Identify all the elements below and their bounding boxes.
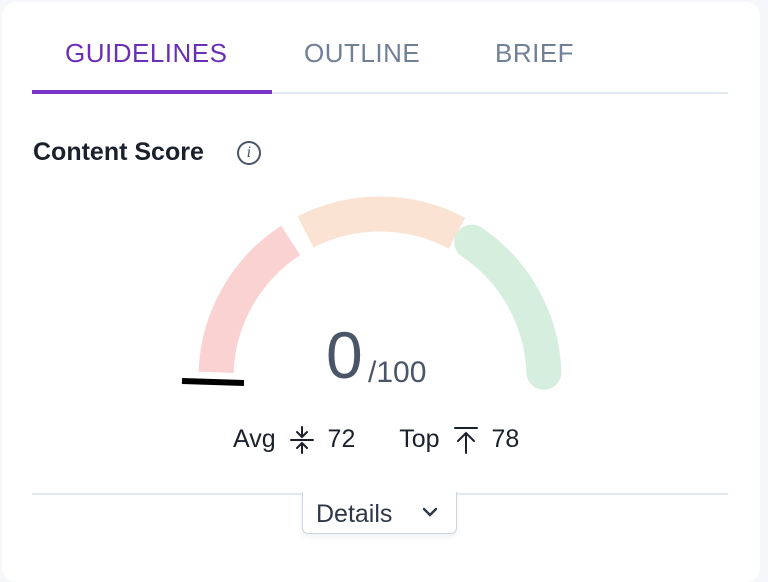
top-label: Top — [399, 425, 440, 453]
score-benchmarks: Avg 72 Top 78 — [233, 425, 519, 455]
avg-value: 72 — [327, 425, 356, 453]
details-button[interactable]: Details — [302, 492, 457, 534]
compress-arrows-icon — [289, 426, 314, 455]
chevron-down-icon — [422, 507, 438, 517]
gauge-segment-high — [454, 224, 562, 390]
score-max: /100 — [368, 356, 427, 389]
score-gauge — [181, 196, 562, 390]
gauge-segment-medium — [297, 196, 466, 249]
avg-label: Avg — [233, 425, 276, 453]
gauge-segment-low — [198, 225, 301, 374]
gauge-needle — [181, 378, 245, 386]
details-label: Details — [316, 500, 393, 528]
arrow-up-to-line-icon — [453, 427, 478, 455]
top-value: 78 — [491, 425, 520, 453]
score-value: 0 — [326, 318, 363, 392]
